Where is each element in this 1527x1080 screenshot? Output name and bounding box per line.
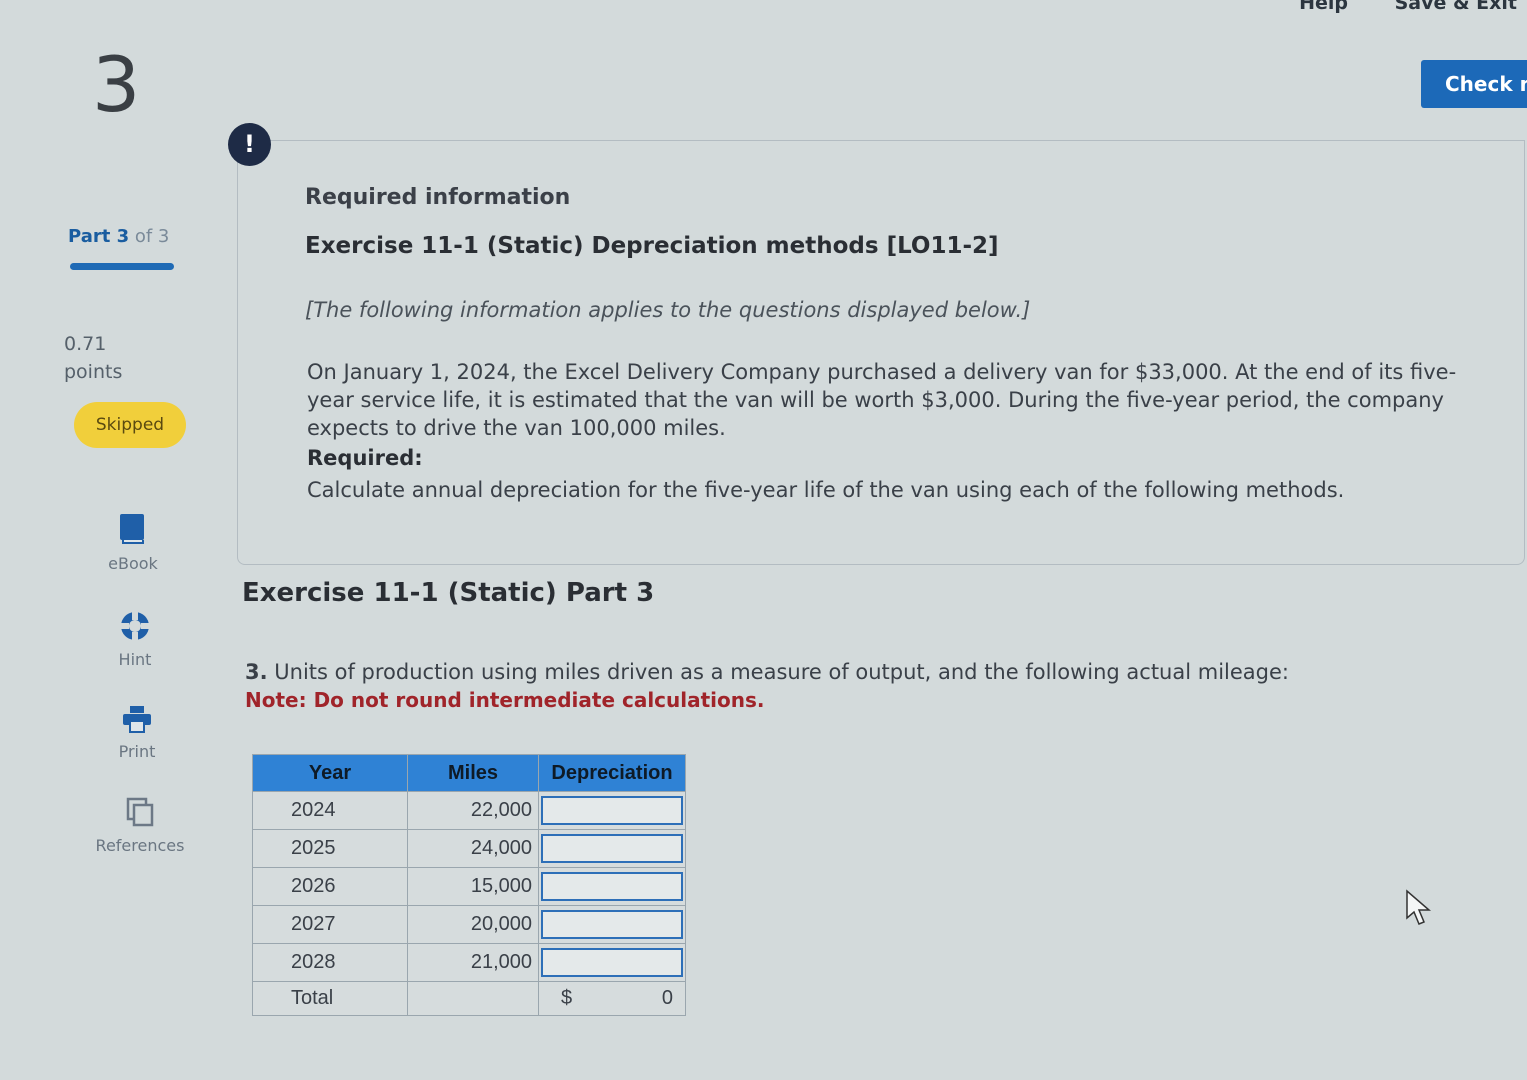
depreciation-cell [538,943,686,982]
mouse-cursor-icon [1406,889,1432,925]
table-row: 2027 20,000 [252,905,686,944]
total-label: Total [252,981,408,1016]
depreciation-cell [538,829,686,868]
header-miles: Miles [407,754,539,792]
part-total: of 3 [129,226,170,247]
header-year: Year [252,754,408,792]
depreciation-input-2027[interactable] [541,910,683,939]
depreciation-cell [538,905,686,944]
depreciation-input-2028[interactable] [541,948,683,977]
table-row: 2024 22,000 [252,791,686,830]
print-button[interactable]: Print [72,704,202,761]
year-cell: 2026 [252,867,408,906]
total-depreciation-cell: $ 0 [538,981,686,1016]
miles-cell: 15,000 [407,867,539,906]
references-label: References [95,836,185,855]
points-block: 0.71 points [64,330,122,386]
depreciation-input-2026[interactable] [541,872,683,901]
part-current: Part 3 [68,226,130,247]
instruction-text: Calculate annual depreciation for the fi… [307,478,1345,502]
miles-cell: 20,000 [407,905,539,944]
year-cell: 2024 [252,791,408,830]
required-info-heading: Required information [305,185,571,210]
header-depreciation: Depreciation [538,754,686,792]
book-icon [120,514,144,544]
depreciation-table: Year Miles Depreciation 2024 22,000 2025… [252,754,686,1016]
ebook-button[interactable]: eBook [68,512,198,573]
year-cell: 2025 [252,829,408,868]
depreciation-cell [538,791,686,830]
top-links: Help Save & Exit [1259,0,1517,14]
total-row: Total $ 0 [252,981,686,1016]
table-row: 2028 21,000 [252,943,686,982]
alert-icon: ! [228,123,271,166]
year-cell: 2027 [252,905,408,944]
table-row: 2026 15,000 [252,867,686,906]
scenario-text: On January 1, 2024, the Excel Delivery C… [307,360,1457,440]
check-my-work-button[interactable]: Check my work [1421,60,1527,108]
rounding-note: Note: Do not round intermediate calculat… [245,688,765,712]
print-label: Print [118,742,156,761]
depreciation-cell [538,867,686,906]
part-title: Exercise 11-1 (Static) Part 3 [242,578,655,608]
table-header-row: Year Miles Depreciation [252,754,686,792]
help-link[interactable]: Help [1299,0,1348,14]
depreciation-input-2024[interactable] [541,796,683,825]
question-body: Units of production using miles driven a… [267,660,1289,684]
part-progress-bar [70,263,174,270]
depreciation-input-2025[interactable] [541,834,683,863]
exercise-title: Exercise 11-1 (Static) Depreciation meth… [305,233,999,259]
references-button[interactable]: References [75,796,205,855]
hint-button[interactable]: Hint [70,610,200,669]
total-currency: $ [561,987,573,1009]
ebook-label: eBook [108,554,158,573]
question-text: 3. Units of production using miles drive… [245,660,1289,684]
save-exit-link[interactable]: Save & Exit [1395,0,1517,14]
total-value: 0 [661,987,673,1009]
copy-icon [126,797,154,827]
applies-note: [The following information applies to th… [305,298,1031,322]
points-value: 0.71 [64,333,107,355]
year-cell: 2028 [252,943,408,982]
miles-cell: 24,000 [407,829,539,868]
miles-cell: 22,000 [407,791,539,830]
question-number: 3 [92,40,141,129]
miles-cell: 21,000 [407,943,539,982]
status-badge: Skipped [74,402,186,448]
table-row: 2025 24,000 [252,829,686,868]
lifebuoy-icon [121,612,149,640]
hint-label: Hint [118,650,152,669]
printer-icon [123,706,151,733]
total-miles-cell [407,981,539,1016]
required-label: Required: [307,446,423,470]
question-number-label: 3. [245,660,268,684]
part-indicator: Part 3 of 3 [68,226,169,247]
points-label: points [64,361,123,383]
